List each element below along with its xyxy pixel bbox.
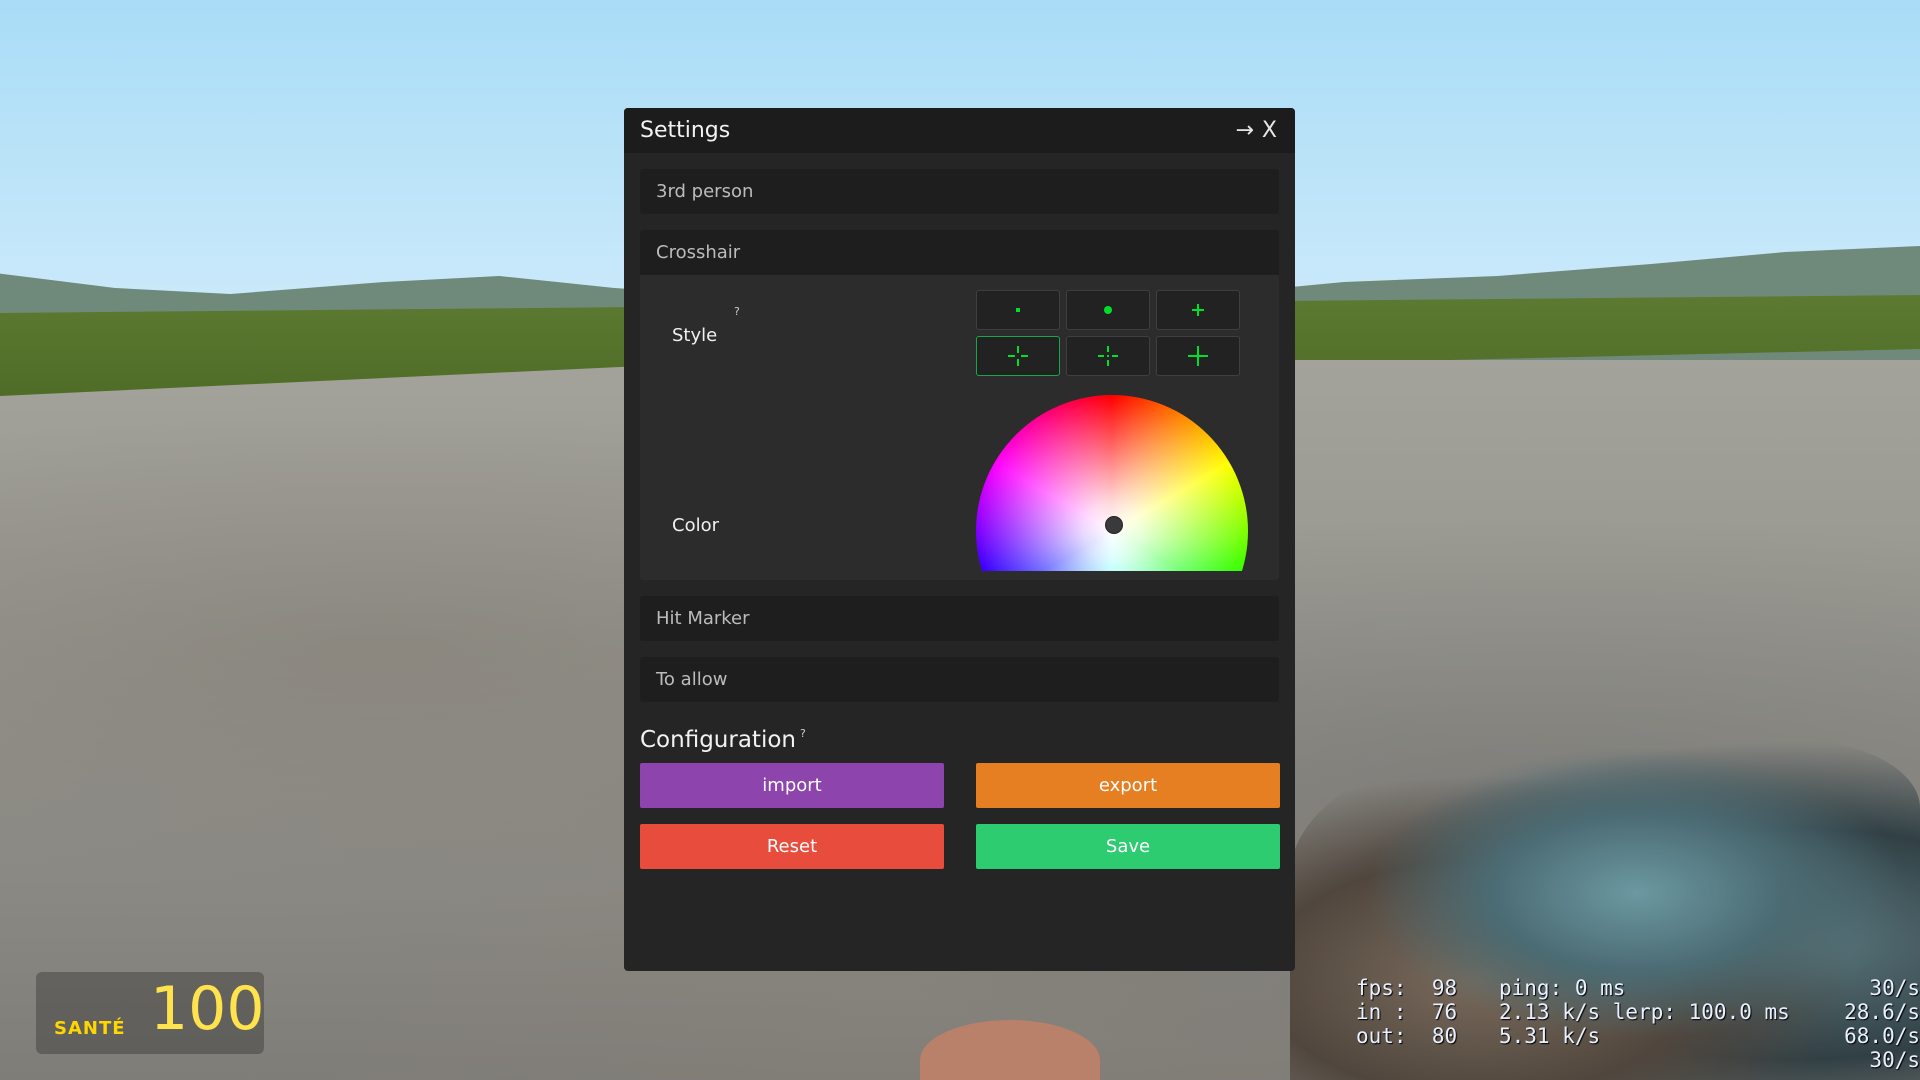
section-header-hit-marker[interactable]: Hit Marker: [640, 596, 1279, 641]
section-third-person[interactable]: 3rd person: [640, 169, 1279, 214]
color-wheel[interactable]: [976, 395, 1248, 571]
style-option-gap-cross-dot[interactable]: [1066, 336, 1150, 376]
netgraph-col-rates: 30/s 28.6/s 68.0/s 30/s: [1844, 976, 1920, 1072]
netgraph-col-fps: fps: 98 in : 76 out: 80: [1356, 976, 1458, 1048]
window-titlebar[interactable]: Settings → X: [624, 108, 1295, 153]
color-label: Color: [672, 515, 719, 536]
section-header-to-allow[interactable]: To allow: [640, 657, 1279, 702]
export-button[interactable]: export: [976, 763, 1280, 808]
configuration-title: Configuration: [640, 727, 796, 753]
color-wheel-disc: [976, 395, 1248, 571]
health-label: SANTÉ: [54, 1018, 126, 1039]
netgraph: fps: 98 in : 76 out: 80 ping: 0 ms 2.13 …: [1356, 976, 1920, 1080]
crosshair-settings-panel: Style ? Color: [640, 275, 1279, 580]
section-header-third-person[interactable]: 3rd person: [640, 169, 1279, 214]
section-header-crosshair[interactable]: Crosshair: [640, 230, 1279, 275]
style-option-gap-cross[interactable]: [976, 336, 1060, 376]
health-value: 100: [150, 974, 265, 1044]
style-option-large-dot[interactable]: [1066, 290, 1150, 330]
small-dot-icon: [1016, 308, 1020, 312]
style-option-small-dot[interactable]: [976, 290, 1060, 330]
style-help-icon[interactable]: ?: [734, 305, 740, 318]
color-picker-handle[interactable]: [1105, 516, 1123, 534]
small-cross-icon: [1192, 304, 1204, 316]
close-button[interactable]: X: [1262, 118, 1277, 143]
style-label: Style: [672, 325, 718, 346]
window-title: Settings: [640, 118, 731, 143]
section-crosshair: Crosshair Style ? Color: [640, 230, 1279, 580]
style-option-small-cross[interactable]: [1156, 290, 1240, 330]
gap-cross-dot-icon: [1098, 346, 1118, 366]
style-option-large-cross[interactable]: [1156, 336, 1240, 376]
health-hud: SANTÉ 100: [36, 972, 265, 1054]
section-to-allow[interactable]: To allow: [640, 657, 1279, 702]
save-button[interactable]: Save: [976, 824, 1280, 869]
gap-cross-icon: [1008, 346, 1028, 366]
crosshair-style-grid: [976, 290, 1240, 376]
window-controls: → X: [1235, 118, 1277, 143]
settings-window: Settings → X 3rd person Crosshair Style …: [624, 108, 1295, 971]
netgraph-col-ping: ping: 0 ms 2.13 k/s lerp: 100.0 ms 5.31 …: [1499, 976, 1790, 1048]
configuration-help-icon[interactable]: ?: [800, 727, 806, 740]
arrow-right-icon[interactable]: →: [1235, 118, 1253, 143]
large-dot-icon: [1104, 306, 1112, 314]
section-hit-marker[interactable]: Hit Marker: [640, 596, 1279, 641]
import-button[interactable]: import: [640, 763, 944, 808]
large-cross-icon: [1188, 346, 1208, 366]
reset-button[interactable]: Reset: [640, 824, 944, 869]
